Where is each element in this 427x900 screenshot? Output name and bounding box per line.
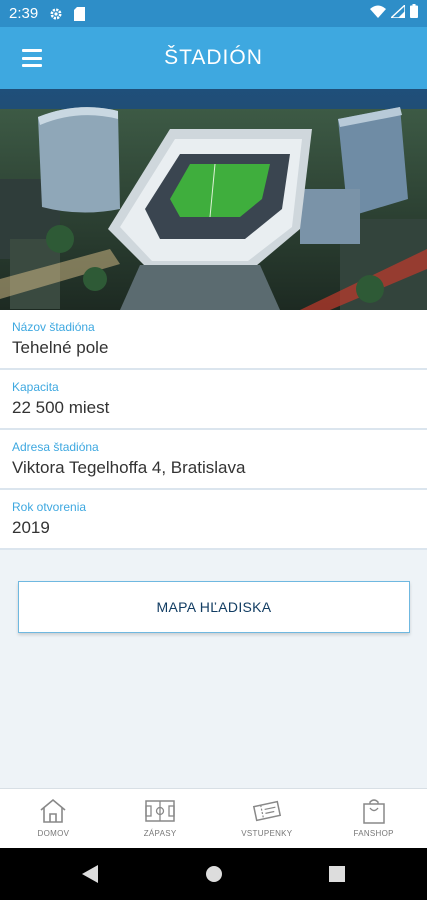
- nav-item-home[interactable]: DOMOV: [0, 789, 107, 848]
- home-icon: [38, 797, 68, 825]
- info-label: Adresa štadióna: [12, 440, 99, 454]
- page-title: ŠTADIÓN: [164, 46, 263, 69]
- bottom-nav: DOMOV ZÁPASY VSTUPENKY FANSHOP: [0, 788, 427, 848]
- nav-label: VSTUPENKY: [241, 829, 293, 838]
- wifi-icon: [370, 5, 386, 23]
- status-right-group: [370, 2, 418, 23]
- back-icon[interactable]: [80, 864, 100, 884]
- battery-icon: [410, 4, 418, 23]
- shopping-bag-icon: [359, 797, 389, 825]
- system-nav-bar: [0, 848, 427, 900]
- info-value: Tehelné pole: [12, 338, 109, 357]
- hamburger-menu-icon[interactable]: [20, 47, 44, 69]
- info-label: Rok otvorenia: [12, 500, 87, 514]
- nav-label: FANSHOP: [353, 829, 394, 838]
- info-label: Názov štadióna: [12, 320, 95, 334]
- signal-icon: [389, 2, 406, 23]
- info-row-address: Adresa štadióna Viktora Tegelhoffa 4, Br…: [0, 430, 427, 490]
- info-row-capacity: Kapacita 22 500 miest: [0, 370, 427, 430]
- home-circle-icon[interactable]: [204, 864, 224, 884]
- info-value: Viktora Tegelhoffa 4, Bratislava: [12, 458, 246, 477]
- sim-card-icon: [71, 6, 87, 22]
- nav-item-matches[interactable]: ZÁPASY: [107, 789, 214, 848]
- recents-icon[interactable]: [327, 864, 347, 884]
- pitch-icon: [145, 797, 175, 825]
- nav-item-fanshop[interactable]: FANSHOP: [320, 789, 427, 848]
- settings-icon: [48, 6, 64, 22]
- status-bar: 2:39: [0, 0, 427, 27]
- status-time: 2:39: [9, 5, 39, 22]
- nav-label: DOMOV: [37, 829, 70, 838]
- info-row-opened: Rok otvorenia 2019: [0, 490, 427, 550]
- stadium-image: [0, 89, 427, 310]
- info-row-name: Názov štadióna Tehelné pole: [0, 310, 427, 370]
- tickets-icon: [252, 797, 282, 825]
- nav-item-tickets[interactable]: VSTUPENKY: [214, 789, 321, 848]
- info-value: 22 500 miest: [12, 398, 110, 417]
- app-bar: ŠTADIÓN: [0, 27, 427, 89]
- info-label: Kapacita: [12, 380, 59, 394]
- stadium-info-list: Názov štadióna Tehelné pole Kapacita 22 …: [0, 310, 427, 550]
- nav-label: ZÁPASY: [143, 829, 177, 838]
- stadium-map-button[interactable]: MAPA HĽADISKA: [18, 581, 410, 633]
- info-value: 2019: [12, 518, 50, 537]
